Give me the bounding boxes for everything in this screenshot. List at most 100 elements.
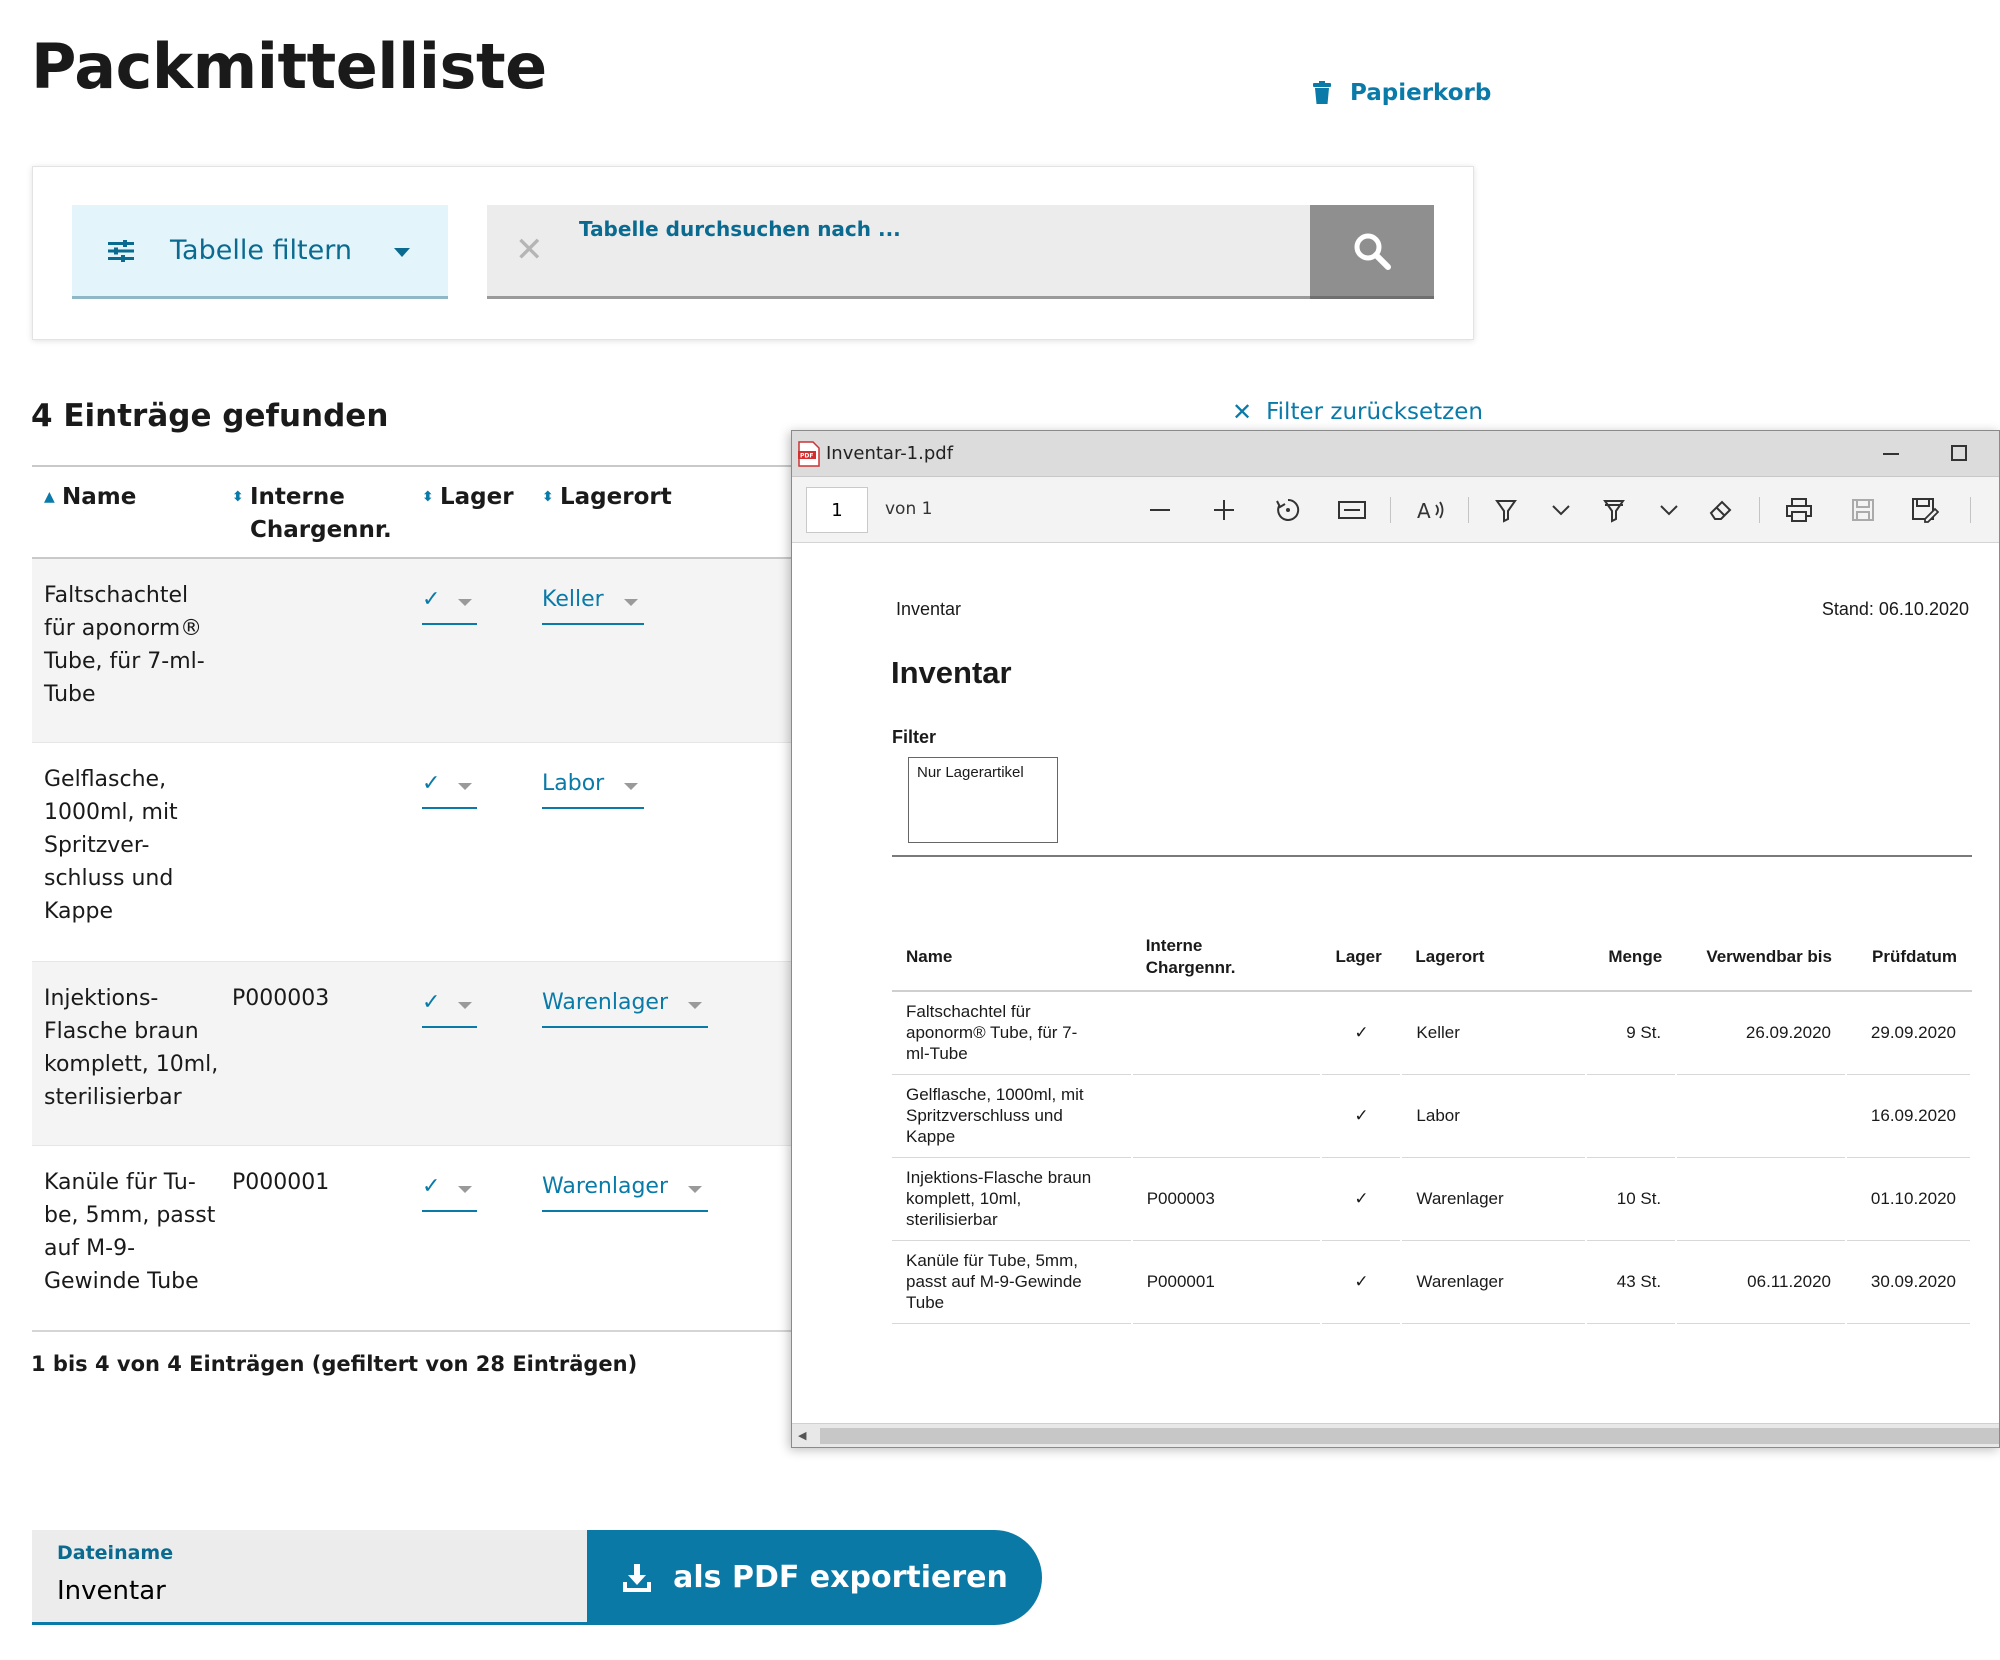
- pdf-cell-name: Kanüle für Tube, 5mm, passt auf M-9-Gewin…: [892, 1240, 1133, 1324]
- rotate-icon[interactable]: [1271, 493, 1305, 527]
- cell-text: 1000ml, mit: [44, 800, 178, 825]
- lagerort-select[interactable]: Keller: [542, 587, 644, 625]
- horizontal-scrollbar[interactable]: ◀: [792, 1423, 1999, 1447]
- page-title: Packmittelliste: [31, 30, 547, 103]
- results-table: ▲ Name ⬍ Interne Chargennr. ⬍ Lager ⬍ Lagero…: [32, 465, 792, 1333]
- chevron-down-icon: [458, 1186, 472, 1193]
- export-pdf-button[interactable]: als PDF exportieren: [587, 1530, 1042, 1625]
- save-icon[interactable]: [1846, 493, 1880, 527]
- lager-select[interactable]: ✓: [422, 1174, 477, 1212]
- maximize-icon[interactable]: [1951, 445, 1967, 461]
- pdf-page: Inventar Stand: 06.10.2020 Inventar Filt…: [792, 543, 1999, 1411]
- pdf-cell-lager: ✓: [1321, 1240, 1403, 1324]
- chevron-down-icon[interactable]: [1652, 493, 1686, 527]
- pdf-filter-value: Nur Lagerartikel: [917, 764, 1024, 781]
- cell-text: Gelflasche,: [44, 767, 167, 792]
- table-row[interactable]: Faltschachtel für aponorm® Tube, für 7-m…: [32, 559, 792, 743]
- lagerort-value: Keller: [542, 587, 604, 612]
- search-box: ✕ Tabelle durchsuchen nach ...: [487, 205, 1310, 299]
- minimize-icon[interactable]: [1883, 453, 1899, 455]
- search-button[interactable]: [1310, 205, 1434, 299]
- table-row[interactable]: Kanüle für Tu- be, 5mm, passt auf M-9- G…: [32, 1146, 792, 1332]
- pdf-cell-text: Kappe: [906, 1127, 956, 1146]
- scroll-left-icon[interactable]: ◀: [798, 1429, 806, 1442]
- clear-icon[interactable]: ✕: [515, 233, 544, 267]
- lagerort-select[interactable]: Warenlager: [542, 990, 709, 1028]
- print-icon[interactable]: [1782, 493, 1816, 527]
- table-row[interactable]: Gelflasche, 1000ml, mit Spritzver- schlu…: [32, 743, 792, 962]
- pdf-header-right: Stand: 06.10.2020: [1821, 599, 1969, 619]
- pdf-col-pruefdatum: Prüfdatum: [1846, 923, 1971, 992]
- cell-text: Kappe: [44, 899, 113, 924]
- cell-text: be, 5mm, passt: [44, 1203, 216, 1228]
- cell-text: für aponorm®: [44, 616, 203, 641]
- lagerort-value: Labor: [542, 771, 605, 796]
- pdf-cell-verwendbar: [1676, 1074, 1847, 1158]
- cell-text: sterilisierbar: [44, 1085, 182, 1110]
- chevron-down-icon: [688, 1002, 703, 1009]
- lagerort-select[interactable]: Labor: [542, 771, 645, 809]
- draw-icon[interactable]: [1489, 493, 1523, 527]
- column-header-name[interactable]: ▲ Name: [44, 481, 136, 514]
- eraser-icon[interactable]: [1704, 493, 1738, 527]
- table-row[interactable]: Injektions- Flasche braun komplett, 10ml…: [32, 962, 792, 1146]
- cell-text: Gewinde Tube: [44, 1269, 199, 1294]
- column-header-charge[interactable]: ⬍ Interne Chargennr.: [232, 481, 392, 547]
- pdf-col-lagerort: Lagerort: [1401, 923, 1587, 992]
- caret-down-icon: [394, 248, 410, 257]
- zoom-in-icon[interactable]: [1207, 493, 1241, 527]
- highlight-icon[interactable]: [1597, 493, 1631, 527]
- pdf-cell-verwendbar: 06.11.2020: [1676, 1240, 1847, 1324]
- pdf-cell-lagerort: Warenlager: [1401, 1240, 1588, 1324]
- cell-name: Injektions- Flasche braun komplett, 10ml…: [44, 982, 224, 1114]
- pdf-table-row: Injektions-Flasche braun komplett, 10ml, s…: [892, 1157, 1972, 1241]
- pdf-divider: [892, 855, 1972, 857]
- reset-filter-link[interactable]: ✕ Filter zurücksetzen: [1232, 398, 1483, 426]
- cell-text: Tube: [44, 682, 96, 707]
- lagerort-value: Warenlager: [542, 1174, 669, 1199]
- fit-width-icon[interactable]: [1335, 493, 1369, 527]
- cell-name: Kanüle für Tu- be, 5mm, passt auf M-9- G…: [44, 1166, 224, 1298]
- zoom-out-icon[interactable]: [1143, 493, 1177, 527]
- pdf-table-row: Faltschachtel für aponorm® Tube, für 7- ml…: [892, 991, 1972, 1075]
- search-icon: [1354, 233, 1391, 270]
- toolbar-separator: [1390, 497, 1391, 523]
- scrollbar-thumb[interactable]: [820, 1428, 1999, 1444]
- pdf-cell-charge: P000001: [1131, 1240, 1323, 1324]
- pdf-col-charge: Interne Chargennr.: [1131, 923, 1322, 992]
- close-icon: ✕: [1232, 398, 1253, 426]
- sliders-icon: [108, 239, 134, 262]
- lager-select[interactable]: ✓: [422, 587, 477, 625]
- pdf-toolbar: von 1 A: [792, 477, 1999, 543]
- cell-name: Faltschachtel für aponorm® Tube, für 7-m…: [44, 579, 224, 711]
- window-titlebar[interactable]: PDF Inventar-1.pdf: [792, 431, 1999, 477]
- cell-text: Flasche braun: [44, 1019, 199, 1044]
- read-aloud-icon[interactable]: A: [1414, 493, 1448, 527]
- check-icon: ✓: [422, 1174, 441, 1199]
- pdf-cell-pruefdatum: 01.10.2020: [1846, 1157, 1972, 1241]
- pdf-filter-label: Filter: [892, 727, 937, 747]
- search-input[interactable]: [579, 251, 1279, 287]
- save-as-icon[interactable]: [1908, 493, 1942, 527]
- chevron-down-icon[interactable]: [1544, 493, 1578, 527]
- chevron-down-icon: [624, 783, 639, 790]
- pdf-cell-text: Spritzverschluss und: [906, 1106, 1063, 1125]
- trash-link[interactable]: Papierkorb: [1312, 80, 1491, 106]
- sort-icon: ⬍: [232, 489, 244, 505]
- pdf-col-name: Name: [892, 923, 1132, 992]
- column-header-lager[interactable]: ⬍ Lager: [422, 481, 514, 514]
- cell-text: schluss und: [44, 866, 174, 891]
- pdf-viewer-window: PDF Inventar-1.pdf von 1 A: [791, 430, 2000, 1448]
- filter-table-button[interactable]: Tabelle filtern: [72, 205, 448, 299]
- page-number-input[interactable]: [806, 487, 868, 533]
- cell-name: Gelflasche, 1000ml, mit Spritzver- schlu…: [44, 763, 224, 928]
- lager-select[interactable]: ✓: [422, 771, 477, 809]
- page-count: von 1: [885, 499, 933, 519]
- lagerort-select[interactable]: Warenlager: [542, 1174, 709, 1212]
- trash-icon: [1313, 81, 1331, 104]
- lager-select[interactable]: ✓: [422, 990, 477, 1028]
- column-header-label: Lager: [440, 484, 514, 510]
- column-header-lagerort[interactable]: ⬍ Lagerort: [542, 481, 672, 514]
- filename-input[interactable]: [57, 1576, 557, 1606]
- pdf-heading: Inventar: [891, 655, 1012, 690]
